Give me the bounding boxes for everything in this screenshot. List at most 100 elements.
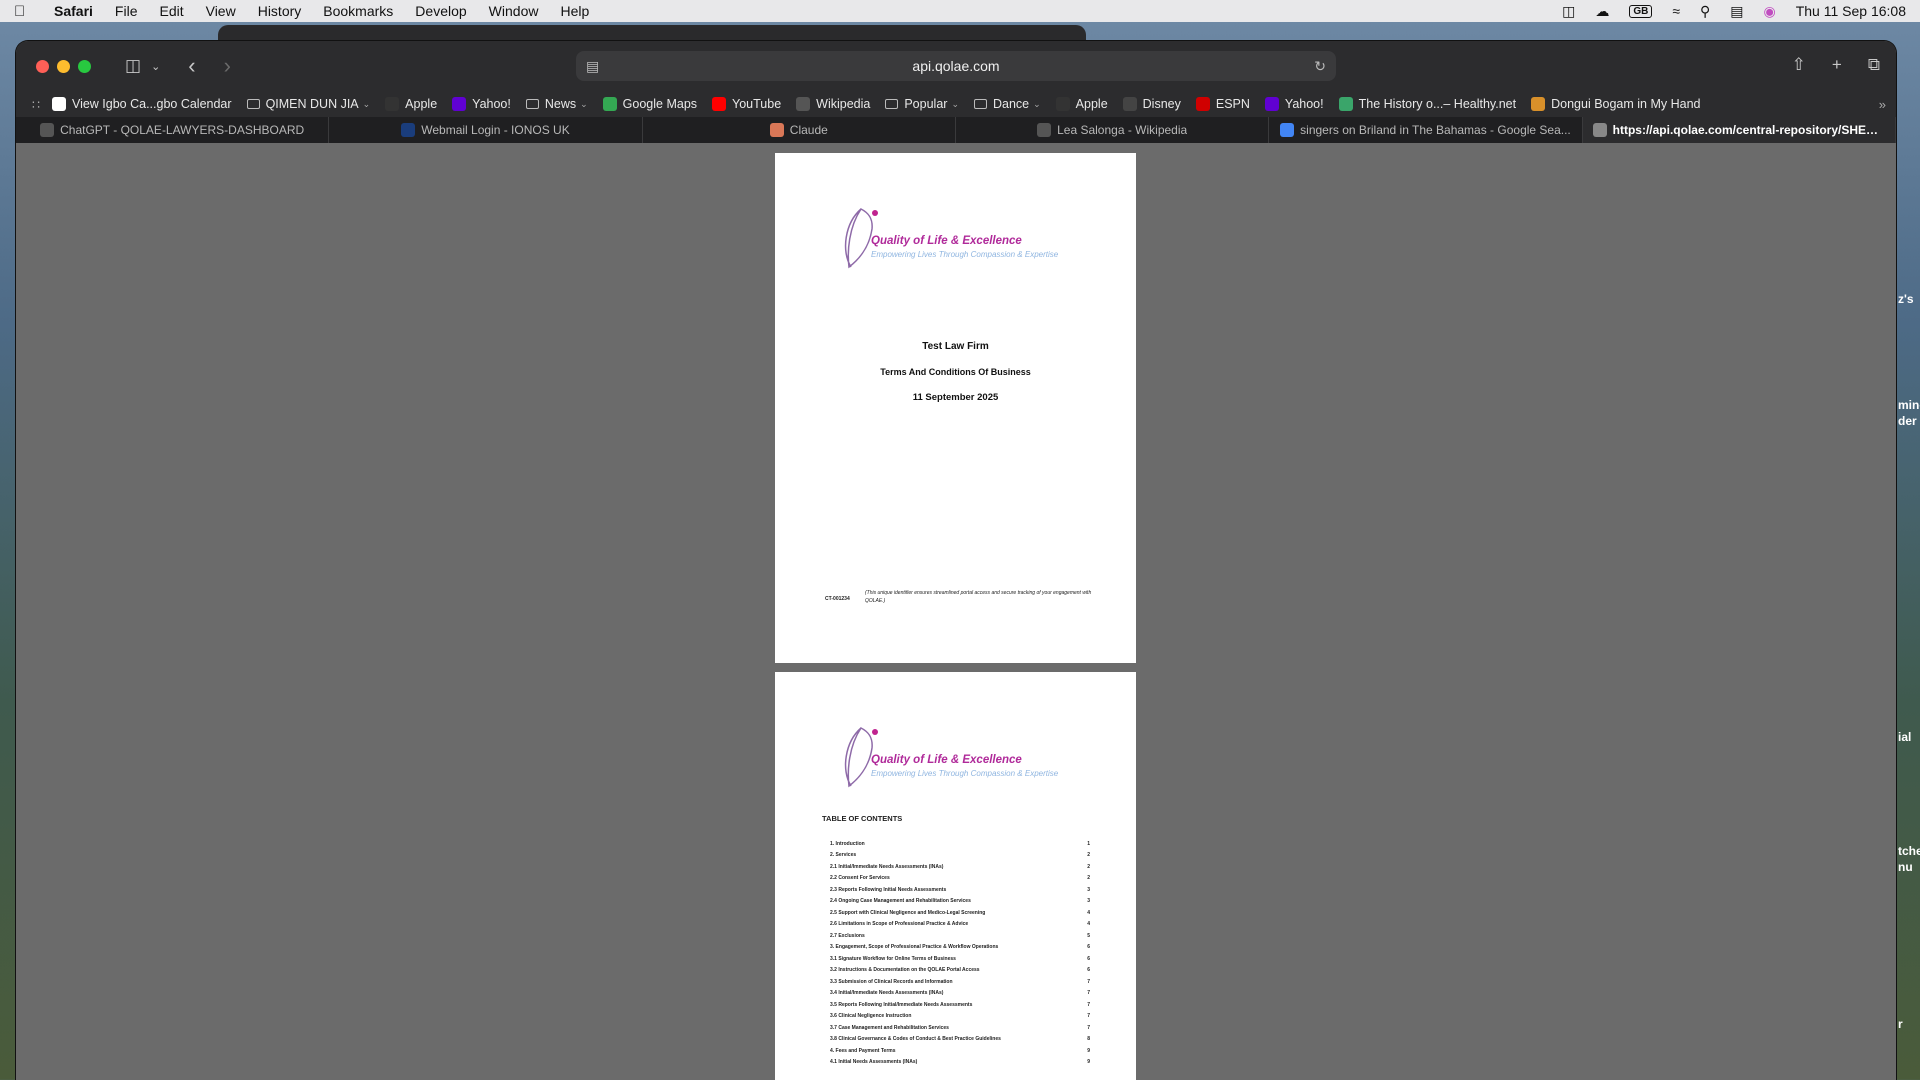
favorite-label: Apple bbox=[1075, 97, 1108, 111]
chevron-down-icon[interactable]: ⌄ bbox=[151, 60, 160, 73]
toc-row[interactable]: 2.7 Exclusions 5 bbox=[830, 930, 1090, 942]
toc-entry-page: 4 bbox=[1087, 921, 1090, 928]
address-text[interactable]: api.qolae.com bbox=[912, 58, 999, 74]
favorite-item[interactable]: QIMEN DUN JIA ⌄ bbox=[246, 97, 370, 111]
favorite-item[interactable]: Wikipedia bbox=[796, 97, 870, 111]
menu-edit[interactable]: Edit bbox=[159, 3, 183, 19]
favorites-grid-icon[interactable]: ∷ bbox=[32, 97, 40, 112]
toc-row[interactable]: 3.6 Clinical Negligence Instruction 7 bbox=[830, 1011, 1090, 1023]
favorite-label: News bbox=[544, 97, 577, 111]
browser-tab[interactable]: Claude bbox=[643, 117, 956, 143]
toc-row[interactable]: 3.2 Instructions & Documentation on the … bbox=[830, 965, 1090, 977]
share-icon[interactable]: ⇧ bbox=[1792, 55, 1806, 75]
pdf-viewer[interactable]: Quality of Life & Excellence Empowering … bbox=[16, 143, 1896, 1080]
spotlight-search-icon[interactable]: ⚲ bbox=[1700, 3, 1710, 20]
favorites-overflow-icon[interactable]: » bbox=[1879, 97, 1886, 112]
toc-row[interactable]: 1. Introduction 1 bbox=[830, 838, 1090, 850]
toc-entry-page: 3 bbox=[1087, 898, 1090, 905]
menu-view[interactable]: View bbox=[206, 3, 236, 19]
control-center-icon[interactable]: ▤ bbox=[1730, 3, 1743, 20]
toc-row[interactable]: 2.5 Support with Clinical Negligence and… bbox=[830, 907, 1090, 919]
menu-bookmarks[interactable]: Bookmarks bbox=[323, 3, 393, 19]
cloud-icon[interactable]: ☁ bbox=[1595, 3, 1609, 20]
toc-row[interactable]: 2.2 Consent For Services 2 bbox=[830, 873, 1090, 885]
favorite-label: QIMEN DUN JIA bbox=[265, 97, 359, 111]
favorite-item[interactable]: Dongui Bogam in My Hand bbox=[1531, 97, 1701, 111]
favorite-item[interactable]: Dance ⌄ bbox=[973, 97, 1041, 111]
favorite-item[interactable]: Apple bbox=[385, 97, 437, 111]
toc-row[interactable]: 3.4 Initial/Immediate Needs Assessments … bbox=[830, 988, 1090, 1000]
close-window-button[interactable] bbox=[36, 59, 49, 73]
chevron-down-icon: ⌄ bbox=[580, 98, 588, 109]
google-maps-icon bbox=[602, 97, 617, 111]
siri-icon[interactable]: ◉ bbox=[1764, 3, 1776, 20]
toc-row[interactable]: 4.1 Initial Needs Assessments (INAs) 9 bbox=[830, 1057, 1090, 1069]
toc-entry-page: 6 bbox=[1087, 944, 1090, 951]
favorite-item[interactable]: Yahoo! bbox=[1264, 97, 1324, 111]
favorite-item[interactable]: View Igbo Ca...gbo Calendar bbox=[51, 97, 232, 111]
toc-entry-page: 2 bbox=[1087, 863, 1090, 870]
desktop-widget-text: r bbox=[1898, 1017, 1903, 1031]
toc-row[interactable]: 3.3 Submission of Clinical Records and I… bbox=[830, 976, 1090, 988]
page-menu-icon[interactable]: ▤ bbox=[586, 58, 599, 75]
toc-row[interactable]: 3.7 Case Management and Rehabilitation S… bbox=[830, 1022, 1090, 1034]
apple-menu-icon[interactable]:  bbox=[14, 3, 54, 20]
favorite-label: The History o...– Healthy.net bbox=[1358, 97, 1517, 111]
browser-tab[interactable]: singers on Briland in The Bahamas - Goog… bbox=[1269, 117, 1583, 143]
toc-row[interactable]: 3. Engagement, Scope of Professional Pra… bbox=[830, 942, 1090, 954]
toc-entry-title: 2.7 Exclusions bbox=[830, 932, 865, 939]
new-tab-icon[interactable]: + bbox=[1832, 55, 1842, 75]
minimize-window-button[interactable] bbox=[57, 59, 70, 73]
toc-row[interactable]: 3.1 Signature Workflow for Online Terms … bbox=[830, 953, 1090, 965]
toc-row[interactable]: 2.1 Initial/Immediate Needs Assessments … bbox=[830, 861, 1090, 873]
tab-label: https://api.qolae.com/central-repository… bbox=[1612, 123, 1885, 137]
chevron-down-icon: ⌄ bbox=[1033, 98, 1041, 109]
zoom-window-button[interactable] bbox=[78, 59, 91, 73]
browser-tab[interactable]: ChatGPT - QOLAE-LAWYERS-DASHBOARD bbox=[16, 117, 330, 143]
favorite-item[interactable]: Disney bbox=[1122, 97, 1181, 111]
background-window[interactable] bbox=[218, 25, 1086, 41]
favorite-item[interactable]: Yahoo! bbox=[452, 97, 511, 111]
menu-help[interactable]: Help bbox=[560, 3, 589, 19]
favorite-item[interactable]: The History o...– Healthy.net bbox=[1338, 97, 1517, 111]
menu-clock[interactable]: Thu 11 Sep 16:08 bbox=[1796, 3, 1906, 19]
toc-row[interactable]: 3.5 Reports Following Initial/Immediate … bbox=[830, 999, 1090, 1011]
forward-button[interactable]: › bbox=[224, 53, 231, 79]
toc-entry-page: 7 bbox=[1087, 1013, 1090, 1020]
favorites-list: View Igbo Ca...gbo Calendar QIMEN DUN JIA… bbox=[51, 97, 1716, 111]
toc-row[interactable]: 2. Services 2 bbox=[830, 850, 1090, 862]
reload-icon[interactable]: ↻ bbox=[1314, 58, 1326, 75]
toc-entry-title: 3.2 Instructions & Documentation on the … bbox=[830, 967, 980, 974]
toc-row[interactable]: 2.6 Limitations in Scope of Professional… bbox=[830, 919, 1090, 931]
menu-history[interactable]: History bbox=[258, 3, 302, 19]
menu-window[interactable]: Window bbox=[489, 3, 539, 19]
favorite-item[interactable]: Google Maps bbox=[602, 97, 697, 111]
toc-entry-title: 3.1 Signature Workflow for Online Terms … bbox=[830, 955, 956, 962]
menu-app-safari[interactable]: Safari bbox=[54, 3, 93, 19]
wifi-icon[interactable]: ≈ bbox=[1672, 3, 1680, 19]
input-source-indicator[interactable]: GB bbox=[1629, 4, 1653, 18]
address-bar[interactable]: ▤ api.qolae.com ↻ bbox=[576, 51, 1336, 81]
toc-row[interactable]: 4. Fees and Payment Terms 9 bbox=[830, 1045, 1090, 1057]
menu-file[interactable]: File bbox=[115, 3, 138, 19]
sidebar-toggle-icon[interactable]: ◫ bbox=[125, 56, 141, 76]
yahoo-icon bbox=[452, 97, 467, 111]
favorite-item[interactable]: ESPN bbox=[1195, 97, 1250, 111]
favorite-item[interactable]: YouTube bbox=[712, 97, 781, 111]
browser-tab[interactable]: https://api.qolae.com/central-repository… bbox=[1582, 117, 1896, 143]
screen-share-icon[interactable]: ◫ bbox=[1562, 3, 1575, 20]
favorite-item[interactable]: Popular ⌄ bbox=[885, 97, 959, 111]
toc-entry-page: 9 bbox=[1087, 1047, 1090, 1054]
toc-entry-title: 4.1 Initial Needs Assessments (INAs) bbox=[830, 1059, 918, 1066]
browser-tab[interactable]: Webmail Login - IONOS UK bbox=[329, 117, 643, 143]
toc-row[interactable]: 2.4 Ongoing Case Management and Rehabili… bbox=[830, 896, 1090, 908]
menu-develop[interactable]: Develop bbox=[415, 3, 466, 19]
browser-tab[interactable]: Lea Salonga - Wikipedia bbox=[956, 117, 1270, 143]
back-button[interactable]: ‹ bbox=[188, 53, 195, 79]
toc-row[interactable]: 3.8 Clinical Governance & Codes of Condu… bbox=[830, 1034, 1090, 1046]
favorite-item[interactable]: News ⌄ bbox=[525, 97, 588, 111]
tab-overview-icon[interactable]: ⧉ bbox=[1868, 55, 1880, 75]
favorite-item[interactable]: Apple bbox=[1055, 97, 1108, 111]
toc-row[interactable]: 2.3 Reports Following Initial Needs Asse… bbox=[830, 884, 1090, 896]
safari-window: ◫ ⌄ ‹ › ▤ api.qolae.com ↻ ⇧ + ⧉ ∷ View I… bbox=[16, 41, 1896, 1080]
